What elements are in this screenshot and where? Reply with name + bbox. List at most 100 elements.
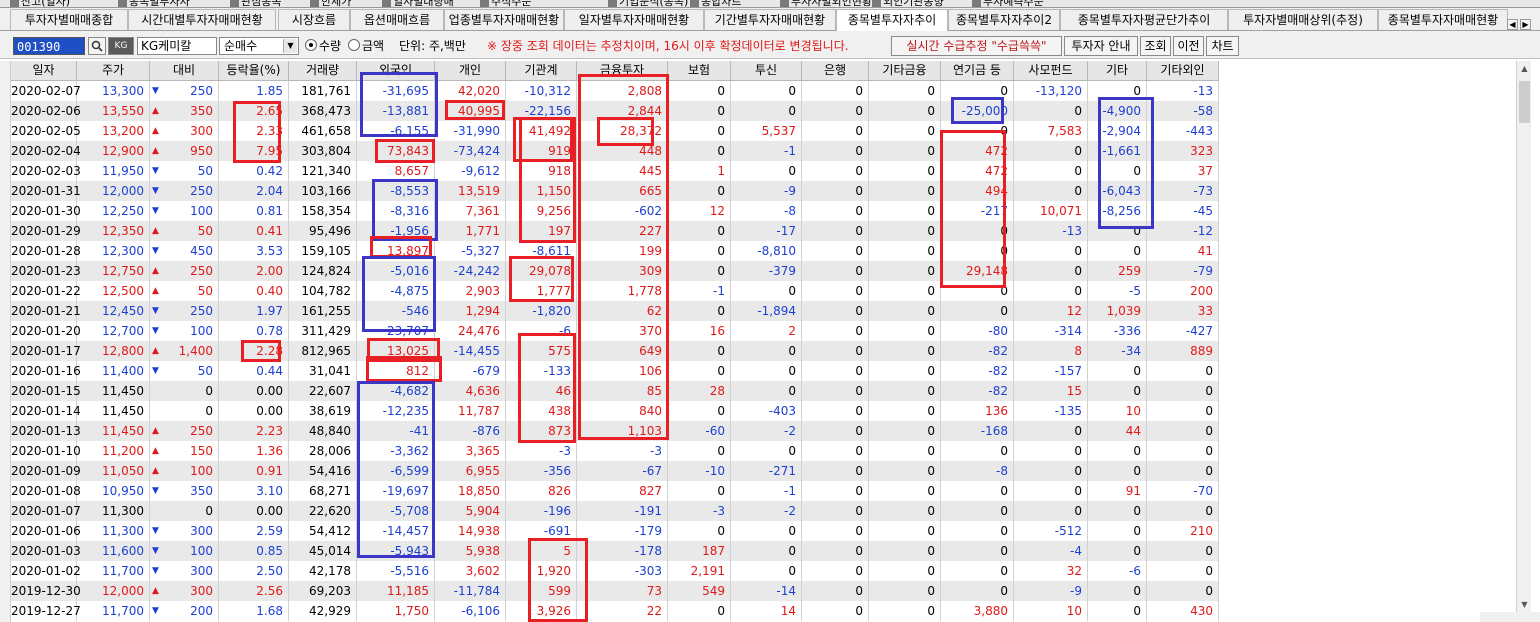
window-tab-9[interactable]: 외인기관동향 xyxy=(872,0,944,7)
investor-guide-button[interactable]: 투자자 안내 xyxy=(1064,36,1138,56)
tab-11[interactable]: 종목별투자자매매현황 xyxy=(1378,9,1508,30)
tab-10[interactable]: 투자자별매매상위(추정) xyxy=(1228,9,1378,30)
scroll-up-icon[interactable]: ▲ xyxy=(1517,61,1532,76)
prev-button[interactable]: 이전 xyxy=(1173,36,1204,56)
cell-12: 0 xyxy=(869,321,941,341)
tab-8[interactable]: 종목별투자자추이2 xyxy=(948,9,1060,30)
cell-value: 0.44 xyxy=(256,364,283,378)
chevron-down-icon[interactable]: ▼ xyxy=(283,39,297,53)
cell-value: 350 xyxy=(190,104,213,118)
table-row[interactable]: 2020-01-08 10,950 350 ▼ 3.10 68,271 -19,697 18,… xyxy=(11,481,1219,501)
tab-scroll-right-icon[interactable]: ▶ xyxy=(1520,19,1531,30)
column-header[interactable]: 투신 xyxy=(731,61,802,81)
tab-0[interactable]: 투자자별매매종합 xyxy=(10,9,128,30)
cell-value: 11,185 xyxy=(387,584,429,598)
column-header[interactable]: 등락율(%) xyxy=(219,61,289,81)
cell-10: 0 xyxy=(731,361,802,381)
window-tab-1[interactable]: 종목별투자자 xyxy=(118,0,190,7)
column-header[interactable]: 기타 xyxy=(1088,61,1147,81)
table-row[interactable]: 2020-01-03 11,600 100 ▼ 0.85 45,014 -5,943 5,93… xyxy=(11,541,1219,561)
column-header[interactable]: 주가 xyxy=(77,61,150,81)
column-header[interactable]: 기타금융 xyxy=(869,61,941,81)
vertical-scrollbar[interactable]: ▲ ▼ xyxy=(1516,61,1531,612)
column-header[interactable]: 은행 xyxy=(802,61,869,81)
window-tab-3[interactable]: 한세가 xyxy=(310,0,351,7)
cell-1: 11,450 xyxy=(77,421,150,441)
window-tab-0[interactable]: 잔고(일자) xyxy=(10,0,70,7)
scroll-down-icon[interactable]: ▼ xyxy=(1517,597,1532,612)
window-tab-2[interactable]: 관심종목 xyxy=(230,0,281,7)
tab-5[interactable]: 일자별투자자매매현황 xyxy=(564,9,704,30)
table-row[interactable]: 2020-01-02 11,700 300 ▼ 2.50 42,178 -5,516 3,60… xyxy=(11,561,1219,581)
cell-value: 0 xyxy=(855,324,863,338)
window-tab-7[interactable]: 종합차트 xyxy=(690,0,741,7)
cell-value: 11,050 xyxy=(102,464,144,478)
stock-badge-icon[interactable]: KG xyxy=(108,37,134,55)
column-header[interactable]: 사모펀드 xyxy=(1014,61,1088,81)
column-header[interactable]: 연기금 등 xyxy=(941,61,1014,81)
window-tab-5[interactable]: 주식주문 xyxy=(480,0,531,7)
realtime-supply-button[interactable]: 실시간 수급추정 "수급쓱쓱" xyxy=(891,36,1062,56)
window-tab-8[interactable]: 투자자별외인현황 xyxy=(780,0,872,7)
table-row[interactable]: 2020-01-10 11,200 150 ▲ 1.36 28,006 -3,362 3,36… xyxy=(11,441,1219,461)
cell-value: 0 xyxy=(717,124,725,138)
radio-amount[interactable] xyxy=(348,39,360,51)
column-header[interactable]: 대비 xyxy=(150,61,219,81)
cell-value: 14 xyxy=(780,604,796,618)
query-button[interactable]: 조회 xyxy=(1140,36,1171,56)
table-row[interactable]: 2019-12-27 11,700 200 ▼ 1.68 42,929 1,750 -6,10… xyxy=(11,601,1219,621)
tab-3[interactable]: 옵션매매흐름 xyxy=(350,9,444,30)
down-arrow-icon: ▼ xyxy=(152,166,159,176)
table-row[interactable]: 2019-12-30 12,000 300 ▲ 2.56 69,203 11,185 -11,… xyxy=(11,581,1219,601)
tab-1[interactable]: 시간대별투자자매매현황 xyxy=(128,9,276,30)
column-header[interactable]: 기관계 xyxy=(506,61,577,81)
tab-9[interactable]: 종목별투자자평균단가추이 xyxy=(1060,9,1228,30)
tab-2[interactable]: 시장흐름 xyxy=(278,9,350,30)
blue-highlight-box xyxy=(360,72,438,137)
cell-value: 50 xyxy=(197,284,213,298)
cell-10: 0 xyxy=(731,381,802,401)
stock-code-input[interactable]: 001390 xyxy=(13,37,85,55)
cell-value: 2.00 xyxy=(256,264,283,278)
cell-2: 100 ▼ xyxy=(150,321,219,341)
column-header[interactable]: 거래량 xyxy=(289,61,357,81)
cell-value: 11,400 xyxy=(102,364,144,378)
window-tab-4[interactable]: 일자별대량매 xyxy=(382,0,454,7)
cell-value: 42,929 xyxy=(309,604,351,618)
cell-value: 0 xyxy=(927,104,935,118)
table-row[interactable]: 2020-01-07 11,300 0 0.00 22,620 -5,708 5,904 -1… xyxy=(11,501,1219,521)
cell-value: 11,700 xyxy=(102,604,144,618)
up-arrow-icon: ▲ xyxy=(152,586,159,596)
column-header[interactable]: 기타외인 xyxy=(1147,61,1219,81)
cell-value: 12 xyxy=(1066,304,1082,318)
tab-4[interactable]: 업종별투자자매매현황 xyxy=(444,9,564,30)
status-corner xyxy=(1480,612,1540,622)
cell-16: 0 xyxy=(1147,561,1219,581)
cell-value: 0 xyxy=(927,384,935,398)
column-header[interactable]: 개인 xyxy=(435,61,506,81)
table-row[interactable]: 2020-01-06 11,300 300 ▼ 2.59 54,412 -14,457 14,… xyxy=(11,521,1219,541)
window-tab-10[interactable]: 투자예측주문 xyxy=(972,0,1044,7)
window-tab-6[interactable]: 기업분석(종목) xyxy=(608,0,688,7)
radio-quantity[interactable] xyxy=(305,39,317,51)
cell-3: 1.85 xyxy=(219,81,289,101)
cell-12: 0 xyxy=(869,161,941,181)
table-row[interactable]: 2020-01-09 11,050 100 ▲ 0.91 54,416 -6,599 6,95… xyxy=(11,461,1219,481)
cell-value: 0 xyxy=(855,164,863,178)
cell-10: -271 xyxy=(731,461,802,481)
cell-value: 0 xyxy=(717,184,725,198)
tab-6[interactable]: 기간별투자자매매현황 xyxy=(704,9,836,30)
cell-10: -1 xyxy=(731,481,802,501)
tab-7[interactable]: 종목별투자자추이 xyxy=(836,9,948,31)
column-header[interactable]: 일자 xyxy=(11,61,77,81)
cell-value: 2020-01-08 xyxy=(11,484,81,498)
cell-value: 1,750 xyxy=(394,604,429,618)
stock-name-field[interactable]: KG케미칼 xyxy=(137,37,217,55)
chart-button[interactable]: 차트 xyxy=(1206,36,1239,56)
tab-scroll-left-icon[interactable]: ◀ xyxy=(1507,19,1518,30)
search-icon[interactable] xyxy=(88,37,106,55)
cell-value: -80 xyxy=(988,324,1008,338)
scroll-thumb[interactable] xyxy=(1519,81,1530,123)
column-header[interactable]: 보험 xyxy=(668,61,731,81)
mode-select[interactable]: 순매수 ▼ xyxy=(219,37,299,55)
